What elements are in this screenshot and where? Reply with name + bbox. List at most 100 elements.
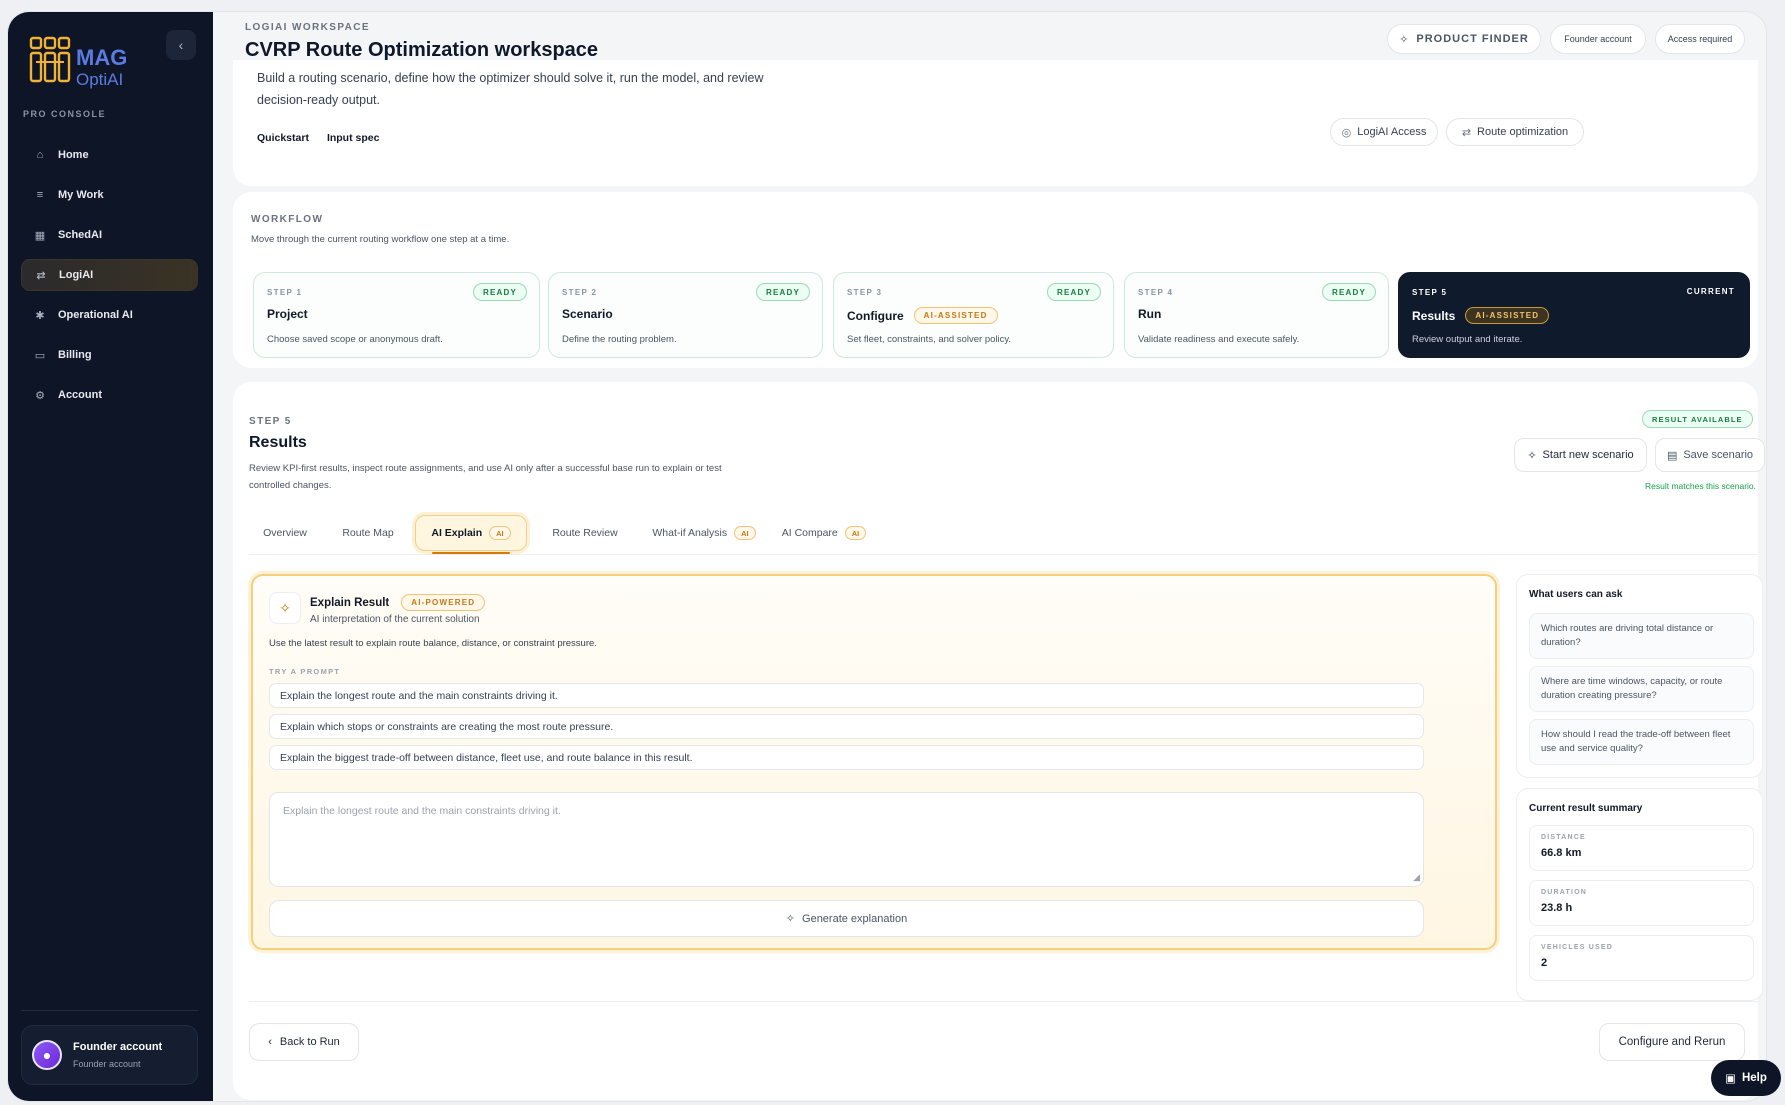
- results-title: Results: [249, 434, 307, 451]
- resize-handle-icon[interactable]: ◢: [1413, 872, 1420, 883]
- workflow-subtitle: Move through the current routing workflo…: [251, 234, 510, 245]
- tab-label: What-if Analysis: [652, 527, 728, 539]
- sparkles-icon: ✧: [785, 913, 796, 925]
- tab-overview[interactable]: Overview: [249, 515, 321, 551]
- route-icon: ⇄: [36, 269, 46, 282]
- ai-badge: AI: [844, 526, 867, 540]
- save-scenario-button[interactable]: ▤ Save scenario: [1655, 438, 1765, 472]
- generate-explanation-button[interactable]: ✧ Generate explanation: [269, 900, 1424, 937]
- chevron-left-icon: ‹: [268, 1036, 272, 1048]
- tab-label: AI Explain: [431, 527, 483, 539]
- intro-description: Build a routing scenario, define how the…: [257, 71, 764, 107]
- user-questions-panel: What users can ask Which routes are driv…: [1516, 574, 1763, 778]
- tab-ai-compare[interactable]: AI Compare AI: [774, 515, 874, 551]
- route-icon: ⇄: [1461, 126, 1472, 139]
- step-title-text: Configure: [847, 308, 904, 323]
- step-title: Configure AI-ASSISTED: [847, 307, 998, 324]
- sidebar-item-operational-ai[interactable]: ✱ Operational AI: [21, 299, 198, 331]
- results-divider: [249, 1001, 1758, 1002]
- prompt-suggestion[interactable]: Explain which stops or constraints are c…: [269, 714, 1424, 739]
- route-optimization-pill[interactable]: ⇄ Route optimization: [1446, 118, 1584, 146]
- step-description: Review output and iterate.: [1412, 334, 1523, 345]
- founder-account-button[interactable]: Founder account: [1550, 24, 1646, 54]
- button-label: Start new scenario: [1542, 449, 1634, 461]
- suggested-question[interactable]: Where are time windows, capacity, or rou…: [1529, 666, 1754, 712]
- kpi-duration: DURATION 23.8 h: [1529, 880, 1754, 926]
- try-prompt-label: TRY A PROMPT: [269, 667, 341, 676]
- page-title: CVRP Route Optimization workspace: [245, 39, 599, 61]
- sidebar-item-my-work[interactable]: ≡ My Work: [21, 179, 198, 211]
- app-window: MAG OptiAI ‹ PRO CONSOLE ⌂ Home ≡ My Work …: [7, 11, 1767, 1102]
- button-label: Back to Run: [279, 1036, 340, 1048]
- workflow-step-results[interactable]: STEP 5 CURRENT Results AI-ASSISTED Review…: [1398, 272, 1750, 358]
- result-available-badge: RESULT AVAILABLE: [1642, 410, 1753, 428]
- panel-title: What users can ask: [1529, 589, 1623, 600]
- kpi-vehicles-used: VEHICLES USED 2: [1529, 935, 1754, 981]
- explain-hint: Use the latest result to explain route b…: [269, 638, 597, 649]
- avatar: ●: [32, 1040, 62, 1070]
- brand-sub: OptiAI: [76, 70, 123, 89]
- pill-label: Route optimization: [1477, 126, 1569, 138]
- workflow-step-configure[interactable]: STEP 3 READY Configure AI-ASSISTED Set fl…: [833, 272, 1114, 358]
- explain-subtitle: AI interpretation of the current solutio…: [310, 614, 480, 625]
- sidebar-item-logiai[interactable]: ⇄ LogiAI: [21, 259, 198, 291]
- kpi-value: 23.8 h: [1541, 902, 1573, 914]
- collapse-sidebar-button[interactable]: ‹: [166, 30, 196, 60]
- tab-route-map[interactable]: Route Map: [327, 515, 409, 551]
- explain-title-text: Explain Result: [310, 596, 390, 609]
- prompt-suggestion[interactable]: Explain the longest route and the main c…: [269, 683, 1424, 708]
- workspace-eyebrow: LOGIAI WORKSPACE: [245, 22, 370, 33]
- workflow-step-run[interactable]: STEP 4 READY Run Validate readiness and …: [1124, 272, 1389, 358]
- user-icon: ●: [42, 1047, 52, 1063]
- tab-ai-explain[interactable]: AI Explain AI: [415, 515, 527, 554]
- configure-and-rerun-button[interactable]: Configure and Rerun: [1599, 1023, 1745, 1061]
- start-new-scenario-button[interactable]: ✧ Start new scenario: [1514, 438, 1647, 472]
- workflow-step-scenario[interactable]: STEP 2 READY Scenario Define the routing…: [548, 272, 823, 358]
- sparkles-icon: ✧: [1399, 33, 1410, 46]
- sidebar-item-home[interactable]: ⌂ Home: [21, 139, 198, 171]
- sidebar-item-label: LogiAI: [59, 269, 94, 281]
- pin-icon: ◎: [1341, 126, 1352, 139]
- tab-route-review[interactable]: Route Review: [535, 515, 635, 551]
- user-role: Founder account: [73, 1059, 141, 1069]
- quickstart-link[interactable]: Quickstart: [257, 132, 309, 144]
- suggested-question[interactable]: How should I read the trade-off between …: [1529, 719, 1754, 765]
- explain-prompt-textarea[interactable]: Explain the longest route and the main c…: [269, 792, 1424, 887]
- step-label: STEP 3: [847, 288, 883, 297]
- sparkles-icon: ✧: [269, 592, 301, 624]
- kpi-distance: DISTANCE 66.8 km: [1529, 825, 1754, 871]
- help-label: Help: [1741, 1072, 1767, 1084]
- workflow-card: WORKFLOW Move through the current routin…: [233, 192, 1758, 368]
- workflow-eyebrow: WORKFLOW: [251, 214, 324, 225]
- tab-what-if-analysis[interactable]: What-if Analysis AI: [642, 515, 766, 551]
- help-button[interactable]: ▣ Help: [1711, 1060, 1781, 1096]
- sidebar-nav: ⌂ Home ≡ My Work ▦ SchedAI ⇄ LogiAI ✱ Operati…: [21, 139, 198, 419]
- chevron-left-icon: ‹: [178, 37, 184, 53]
- kpi-value: 66.8 km: [1541, 847, 1582, 859]
- access-required-button[interactable]: Access required: [1655, 24, 1745, 54]
- step-title-text: Results: [1412, 308, 1456, 323]
- sidebar-divider: [21, 1010, 198, 1011]
- user-card[interactable]: ● Founder account Founder account: [21, 1025, 198, 1085]
- kpi-label: DISTANCE: [1541, 834, 1586, 841]
- results-card: STEP 5 Results Review KPI-first results,…: [233, 382, 1765, 1100]
- step-description: Validate readiness and execute safely.: [1138, 334, 1300, 345]
- brand-logo[interactable]: MAG OptiAI: [28, 32, 148, 90]
- textarea-placeholder: Explain the longest route and the main c…: [283, 805, 561, 817]
- sidebar-item-account[interactable]: ⚙ Account: [21, 379, 198, 411]
- sidebar: MAG OptiAI ‹ PRO CONSOLE ⌂ Home ≡ My Work …: [8, 12, 213, 1101]
- product-finder-button[interactable]: ✧ PRODUCT FINDER: [1387, 24, 1541, 54]
- input-spec-link[interactable]: Input spec: [327, 132, 380, 144]
- prompt-suggestion[interactable]: Explain the biggest trade-off between di…: [269, 745, 1424, 770]
- sidebar-item-label: Home: [58, 149, 89, 161]
- results-eyebrow: STEP 5: [249, 416, 292, 427]
- workflow-step-project[interactable]: STEP 1 READY Project Choose saved scope …: [253, 272, 540, 358]
- back-to-run-button[interactable]: ‹ Back to Run: [249, 1023, 359, 1061]
- step-description: Set fleet, constraints, and solver polic…: [847, 334, 1012, 345]
- suggested-question[interactable]: Which routes are driving total distance …: [1529, 613, 1754, 659]
- home-icon: ⌂: [36, 149, 44, 161]
- sidebar-item-schedai[interactable]: ▦ SchedAI: [21, 219, 198, 251]
- logiai-access-pill[interactable]: ◎ LogiAI Access: [1330, 118, 1438, 146]
- sidebar-item-billing[interactable]: ▭ Billing: [21, 339, 198, 371]
- ready-badge: READY: [472, 283, 527, 301]
